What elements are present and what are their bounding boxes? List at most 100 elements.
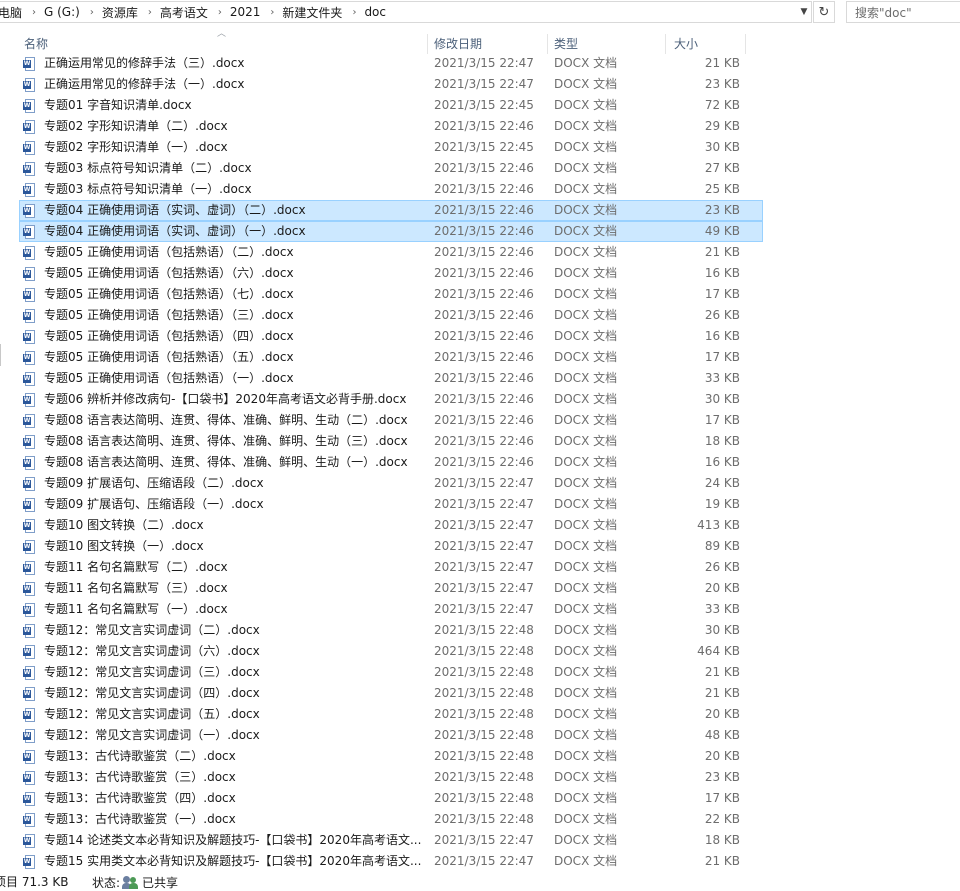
refresh-button[interactable]: ↻: [813, 1, 835, 23]
file-row[interactable]: W 专题11 名句名篇默写（一）.docx 2021/3/15 22:47 DOCX …: [19, 599, 763, 620]
file-name: 专题14 论述类文本必背知识及解题技巧-【口袋书】2020年高考语文...: [44, 833, 422, 847]
file-name: 专题12：常见文言实词虚词（四）.docx: [44, 686, 260, 700]
file-row[interactable]: W 专题08 语言表达简明、连贯、得体、准确、鲜明、生动（二）.docx 2021/…: [19, 410, 763, 431]
file-row[interactable]: W 专题15 实用类文本必背知识及解题技巧-【口袋书】2020年高考语文... 20…: [19, 851, 763, 872]
file-row[interactable]: W 专题11 名句名篇默写（二）.docx 2021/3/15 22:47 DOCX …: [19, 557, 763, 578]
file-row[interactable]: W 正确运用常见的修辞手法（三）.docx 2021/3/15 22:47 DOCX …: [19, 53, 763, 74]
file-row[interactable]: W 专题05 正确使用词语（包括熟语）（五）.docx 2021/3/15 22:4…: [19, 347, 763, 368]
word-document-icon: W: [23, 855, 35, 869]
column-header-date[interactable]: 修改日期: [428, 32, 548, 54]
chevron-right-icon[interactable]: ›: [348, 7, 360, 18]
file-row[interactable]: W 专题06 辨析并修改病句-【口袋书】2020年高考语文必背手册.docx 202…: [19, 389, 763, 410]
file-row[interactable]: W 专题12：常见文言实词虚词（五）.docx 2021/3/15 22:48 DOC…: [19, 704, 763, 725]
column-header-name[interactable]: ︿ 名称: [0, 29, 428, 54]
file-size: 29 KB: [704, 119, 740, 133]
column-header-size-label: 大小: [674, 36, 699, 51]
breadcrumb-item[interactable]: G (G:) ›: [40, 2, 98, 22]
file-row[interactable]: W 专题10 图文转换（一）.docx 2021/3/15 22:47 DOCX 文档…: [19, 536, 763, 557]
word-document-icon: W: [23, 330, 35, 344]
file-size: 18 KB: [704, 434, 740, 448]
chevron-right-icon[interactable]: ›: [214, 7, 226, 18]
search-input[interactable]: 搜索"doc": [846, 1, 960, 23]
file-row[interactable]: W 专题13：古代诗歌鉴赏（四）.docx 2021/3/15 22:48 DOCX …: [19, 788, 763, 809]
breadcrumb-item[interactable]: 电脑 ›: [0, 2, 40, 22]
file-size: 16 KB: [704, 455, 740, 469]
word-document-icon: W: [23, 645, 35, 659]
file-date: 2021/3/15 22:48: [434, 644, 534, 658]
file-row[interactable]: W 专题04 正确使用词语（实词、虚词）（一）.docx 2021/3/15 22:…: [19, 221, 763, 242]
file-name: 专题04 正确使用词语（实词、虚词）（二）.docx: [44, 203, 306, 217]
column-header-type[interactable]: 类型: [548, 32, 666, 54]
file-type: DOCX 文档: [554, 350, 618, 364]
file-row[interactable]: W 专题01 字音知识清单.docx 2021/3/15 22:45 DOCX 文档 7…: [19, 95, 763, 116]
file-row[interactable]: W 专题08 语言表达简明、连贯、得体、准确、鲜明、生动（一）.docx 2021/…: [19, 452, 763, 473]
file-row[interactable]: W 专题10 图文转换（二）.docx 2021/3/15 22:47 DOCX 文档…: [19, 515, 763, 536]
breadcrumb-item[interactable]: 新建文件夹 ›: [278, 2, 360, 22]
file-row[interactable]: W 专题03 标点符号知识清单（二）.docx 2021/3/15 22:46 DOC…: [19, 158, 763, 179]
breadcrumb-item[interactable]: 资源库 ›: [98, 2, 156, 22]
word-document-icon: W: [23, 687, 35, 701]
file-row[interactable]: W 专题03 标点符号知识清单（一）.docx 2021/3/15 22:46 DOC…: [19, 179, 763, 200]
file-date: 2021/3/15 22:48: [434, 686, 534, 700]
file-size: 16 KB: [704, 329, 740, 343]
file-row[interactable]: W 专题12：常见文言实词虚词（一）.docx 2021/3/15 22:48 DOC…: [19, 725, 763, 746]
file-row[interactable]: W 专题11 名句名篇默写（三）.docx 2021/3/15 22:47 DOCX …: [19, 578, 763, 599]
file-name: 专题12：常见文言实词虚词（六）.docx: [44, 644, 260, 658]
file-type: DOCX 文档: [554, 77, 618, 91]
file-type: DOCX 文档: [554, 266, 618, 280]
file-row[interactable]: W 专题12：常见文言实词虚词（三）.docx 2021/3/15 22:48 DOC…: [19, 662, 763, 683]
file-name: 专题04 正确使用词语（实词、虚词）（一）.docx: [44, 224, 306, 238]
file-row[interactable]: W 专题13：古代诗歌鉴赏（一）.docx 2021/3/15 22:48 DOCX …: [19, 809, 763, 830]
file-size: 21 KB: [704, 854, 740, 868]
file-row[interactable]: W 正确运用常见的修辞手法（一）.docx 2021/3/15 22:47 DOCX …: [19, 74, 763, 95]
chevron-right-icon[interactable]: ›: [266, 7, 278, 18]
file-row[interactable]: W 专题13：古代诗歌鉴赏（二）.docx 2021/3/15 22:48 DOCX …: [19, 746, 763, 767]
file-row[interactable]: W 专题12：常见文言实词虚词（四）.docx 2021/3/15 22:48 DOC…: [19, 683, 763, 704]
chevron-down-icon[interactable]: ▼: [796, 2, 812, 22]
file-row[interactable]: W 专题02 字形知识清单（二）.docx 2021/3/15 22:46 DOCX …: [19, 116, 763, 137]
chevron-right-icon[interactable]: ›: [86, 7, 98, 18]
file-row[interactable]: W 专题02 字形知识清单（一）.docx 2021/3/15 22:45 DOCX …: [19, 137, 763, 158]
breadcrumb-item[interactable]: doc: [360, 2, 392, 22]
file-row[interactable]: W 专题05 正确使用词语（包括熟语）（三）.docx 2021/3/15 22:4…: [19, 305, 763, 326]
file-date: 2021/3/15 22:46: [434, 161, 534, 175]
file-name: 专题09 扩展语句、压缩语段（二）.docx: [44, 476, 264, 490]
file-row[interactable]: W 专题05 正确使用词语（包括熟语）（四）.docx 2021/3/15 22:4…: [19, 326, 763, 347]
breadcrumb-label: 电脑: [0, 5, 23, 20]
file-date: 2021/3/15 22:46: [434, 203, 534, 217]
breadcrumb-item[interactable]: 2021 ›: [226, 2, 279, 22]
breadcrumb-item[interactable]: 高考语文 ›: [156, 2, 226, 22]
file-name: 专题02 字形知识清单（二）.docx: [44, 119, 228, 133]
file-row[interactable]: W 专题05 正确使用词语（包括熟语）（二）.docx 2021/3/15 22:4…: [19, 242, 763, 263]
file-row[interactable]: W 专题13：古代诗歌鉴赏（三）.docx 2021/3/15 22:48 DOCX …: [19, 767, 763, 788]
file-row[interactable]: W 专题05 正确使用词语（包括熟语）（一）.docx 2021/3/15 22:4…: [19, 368, 763, 389]
file-row[interactable]: W 专题04 正确使用词语（实词、虚词）（二）.docx 2021/3/15 22:…: [19, 200, 763, 221]
file-date: 2021/3/15 22:46: [434, 287, 534, 301]
breadcrumb-label: G (G:): [44, 5, 80, 19]
file-size: 30 KB: [704, 140, 740, 154]
chevron-right-icon[interactable]: ›: [28, 7, 40, 18]
file-row[interactable]: W 专题05 正确使用词语（包括熟语）（七）.docx 2021/3/15 22:4…: [19, 284, 763, 305]
breadcrumb[interactable]: 电脑 › G (G:) › 资源库 › 高考语文 › 2021 › 新建文件夹 › doc: [0, 1, 812, 23]
chevron-right-icon[interactable]: ›: [144, 7, 156, 18]
status-state-label: 状态:: [92, 875, 121, 890]
file-row[interactable]: W 专题12：常见文言实词虚词（六）.docx 2021/3/15 22:48 DOC…: [19, 641, 763, 662]
file-row[interactable]: W 专题09 扩展语句、压缩语段（二）.docx 2021/3/15 22:47 DO…: [19, 473, 763, 494]
file-size: 20 KB: [704, 581, 740, 595]
file-row[interactable]: W 专题09 扩展语句、压缩语段（一）.docx 2021/3/15 22:47 DO…: [19, 494, 763, 515]
file-row[interactable]: W 专题14 论述类文本必背知识及解题技巧-【口袋书】2020年高考语文... 20…: [19, 830, 763, 851]
file-row[interactable]: W 专题08 语言表达简明、连贯、得体、准确、鲜明、生动（三）.docx 2021/…: [19, 431, 763, 452]
file-date: 2021/3/15 22:47: [434, 77, 534, 91]
file-name: 专题05 正确使用词语（包括熟语）（五）.docx: [44, 350, 294, 364]
column-header-size[interactable]: 大小: [666, 32, 746, 54]
file-row[interactable]: W 专题12：常见文言实词虚词（二）.docx 2021/3/15 22:48 DOC…: [19, 620, 763, 641]
file-type: DOCX 文档: [554, 602, 618, 616]
file-name: 专题11 名句名篇默写（一）.docx: [44, 602, 228, 616]
file-type: DOCX 文档: [554, 728, 618, 742]
column-header-name-label: 名称: [24, 36, 49, 51]
file-size: 25 KB: [704, 182, 740, 196]
status-state-value: 已共享: [142, 875, 179, 890]
file-row[interactable]: W 专题05 正确使用词语（包括熟语）（六）.docx 2021/3/15 22:4…: [19, 263, 763, 284]
file-type: DOCX 文档: [554, 371, 618, 385]
file-size: 20 KB: [704, 749, 740, 763]
